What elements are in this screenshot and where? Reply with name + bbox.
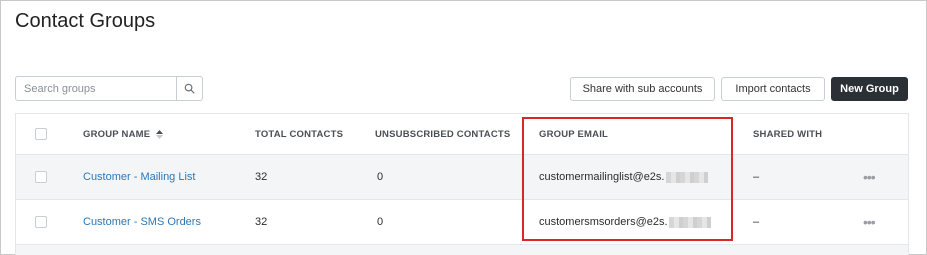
import-contacts-button[interactable]: Import contacts	[721, 77, 825, 101]
unsubscribed-contacts-value: 0	[377, 171, 384, 183]
redacted-mask	[668, 216, 711, 228]
select-all-cell	[35, 114, 47, 154]
table-header-row: GROUP NAME TOTAL CONTACTS UNSUBSCRIBED C…	[16, 114, 908, 155]
more-actions-icon[interactable]: •••	[863, 155, 876, 199]
column-header-total-contacts: TOTAL CONTACTS	[255, 128, 344, 140]
unsubscribed-contacts-value: 0	[377, 216, 384, 228]
row-select-cell	[35, 200, 47, 244]
column-header-shared-with: SHARED WITH	[753, 128, 823, 140]
row-checkbox[interactable]	[35, 171, 47, 183]
search-icon	[184, 83, 195, 94]
row-select-cell	[35, 155, 47, 199]
column-header-group-email: GROUP EMAIL	[539, 128, 609, 140]
contact-groups-table: GROUP NAME TOTAL CONTACTS UNSUBSCRIBED C…	[15, 113, 909, 255]
redacted-mask	[665, 171, 708, 183]
total-contacts-value: 32	[255, 216, 268, 228]
table-row: Customer - SMS Orders 32 0 customersmsor…	[16, 200, 908, 245]
shared-with-value: –	[753, 216, 760, 228]
column-header-unsubscribed-contacts: UNSUBSCRIBED CONTACTS	[375, 128, 511, 140]
table-row-partial	[16, 245, 908, 255]
group-email-cell: customersmsorders@e2s.	[539, 200, 711, 244]
shared-with-value: –	[753, 171, 760, 183]
column-header-group-name[interactable]: GROUP NAME	[83, 114, 164, 154]
column-header-label: GROUP NAME	[83, 128, 151, 140]
page-title: Contact Groups	[15, 10, 156, 32]
group-email-value: customermailinglist@e2s.	[539, 171, 665, 183]
group-email-cell: customermailinglist@e2s.	[539, 155, 708, 199]
group-name-link[interactable]: Customer - Mailing List	[83, 155, 195, 199]
search-box	[15, 76, 203, 101]
new-group-button[interactable]: New Group	[831, 77, 908, 101]
select-all-checkbox[interactable]	[35, 128, 47, 140]
sort-arrow-icon[interactable]	[156, 129, 164, 139]
group-email-value: customersmsorders@e2s.	[539, 216, 668, 228]
group-name-link[interactable]: Customer - SMS Orders	[83, 200, 201, 244]
more-actions-icon[interactable]: •••	[863, 200, 876, 244]
search-input[interactable]	[16, 77, 176, 100]
share-with-sub-accounts-button[interactable]: Share with sub accounts	[570, 77, 715, 101]
row-checkbox[interactable]	[35, 216, 47, 228]
table-row: Customer - Mailing List 32 0 customermai…	[16, 155, 908, 200]
search-button[interactable]	[176, 77, 202, 100]
total-contacts-value: 32	[255, 171, 268, 183]
